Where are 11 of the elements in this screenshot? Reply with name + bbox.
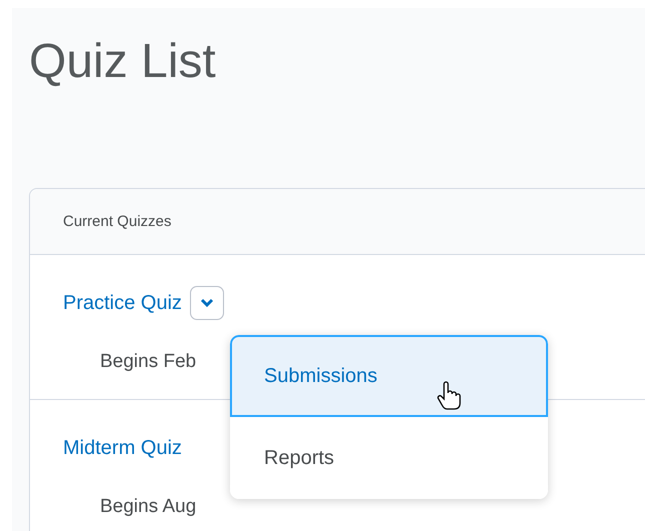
chevron-down-icon bbox=[200, 298, 214, 308]
quiz-link[interactable]: Midterm Quiz bbox=[63, 436, 182, 460]
menu-item[interactable]: Submissions bbox=[230, 335, 548, 417]
dropdown-button[interactable] bbox=[190, 286, 224, 320]
menu-item[interactable]: Reports bbox=[230, 417, 548, 499]
header-text: Current Quizzes bbox=[63, 213, 172, 230]
hand-cursor-icon bbox=[437, 381, 461, 411]
quiz-link[interactable]: Practice Quiz bbox=[63, 292, 182, 314]
page-title: Quiz List bbox=[29, 34, 217, 90]
quiz-date: Begins Aug bbox=[100, 496, 196, 518]
quiz-date: Begins Feb bbox=[100, 351, 196, 373]
